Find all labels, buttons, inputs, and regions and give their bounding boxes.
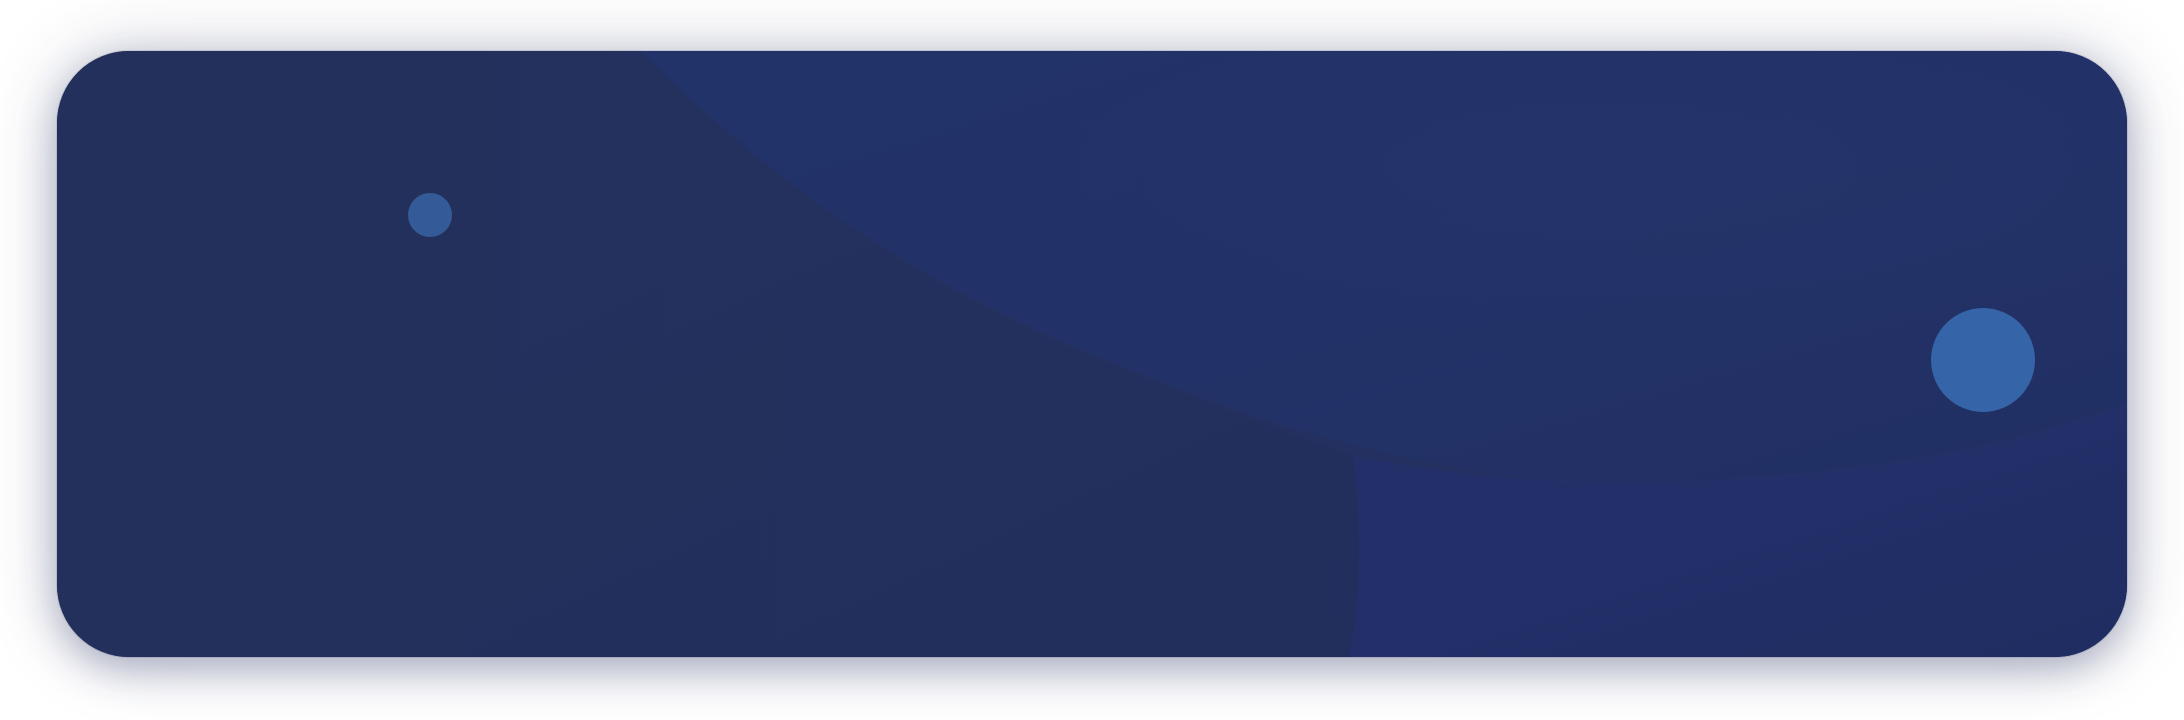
large-circle-decoration: [1931, 308, 2035, 412]
wave-background: [57, 51, 2127, 657]
small-circle-decoration: [408, 193, 452, 237]
banner-card: [57, 51, 2127, 657]
banner-stage: [0, 0, 2184, 720]
